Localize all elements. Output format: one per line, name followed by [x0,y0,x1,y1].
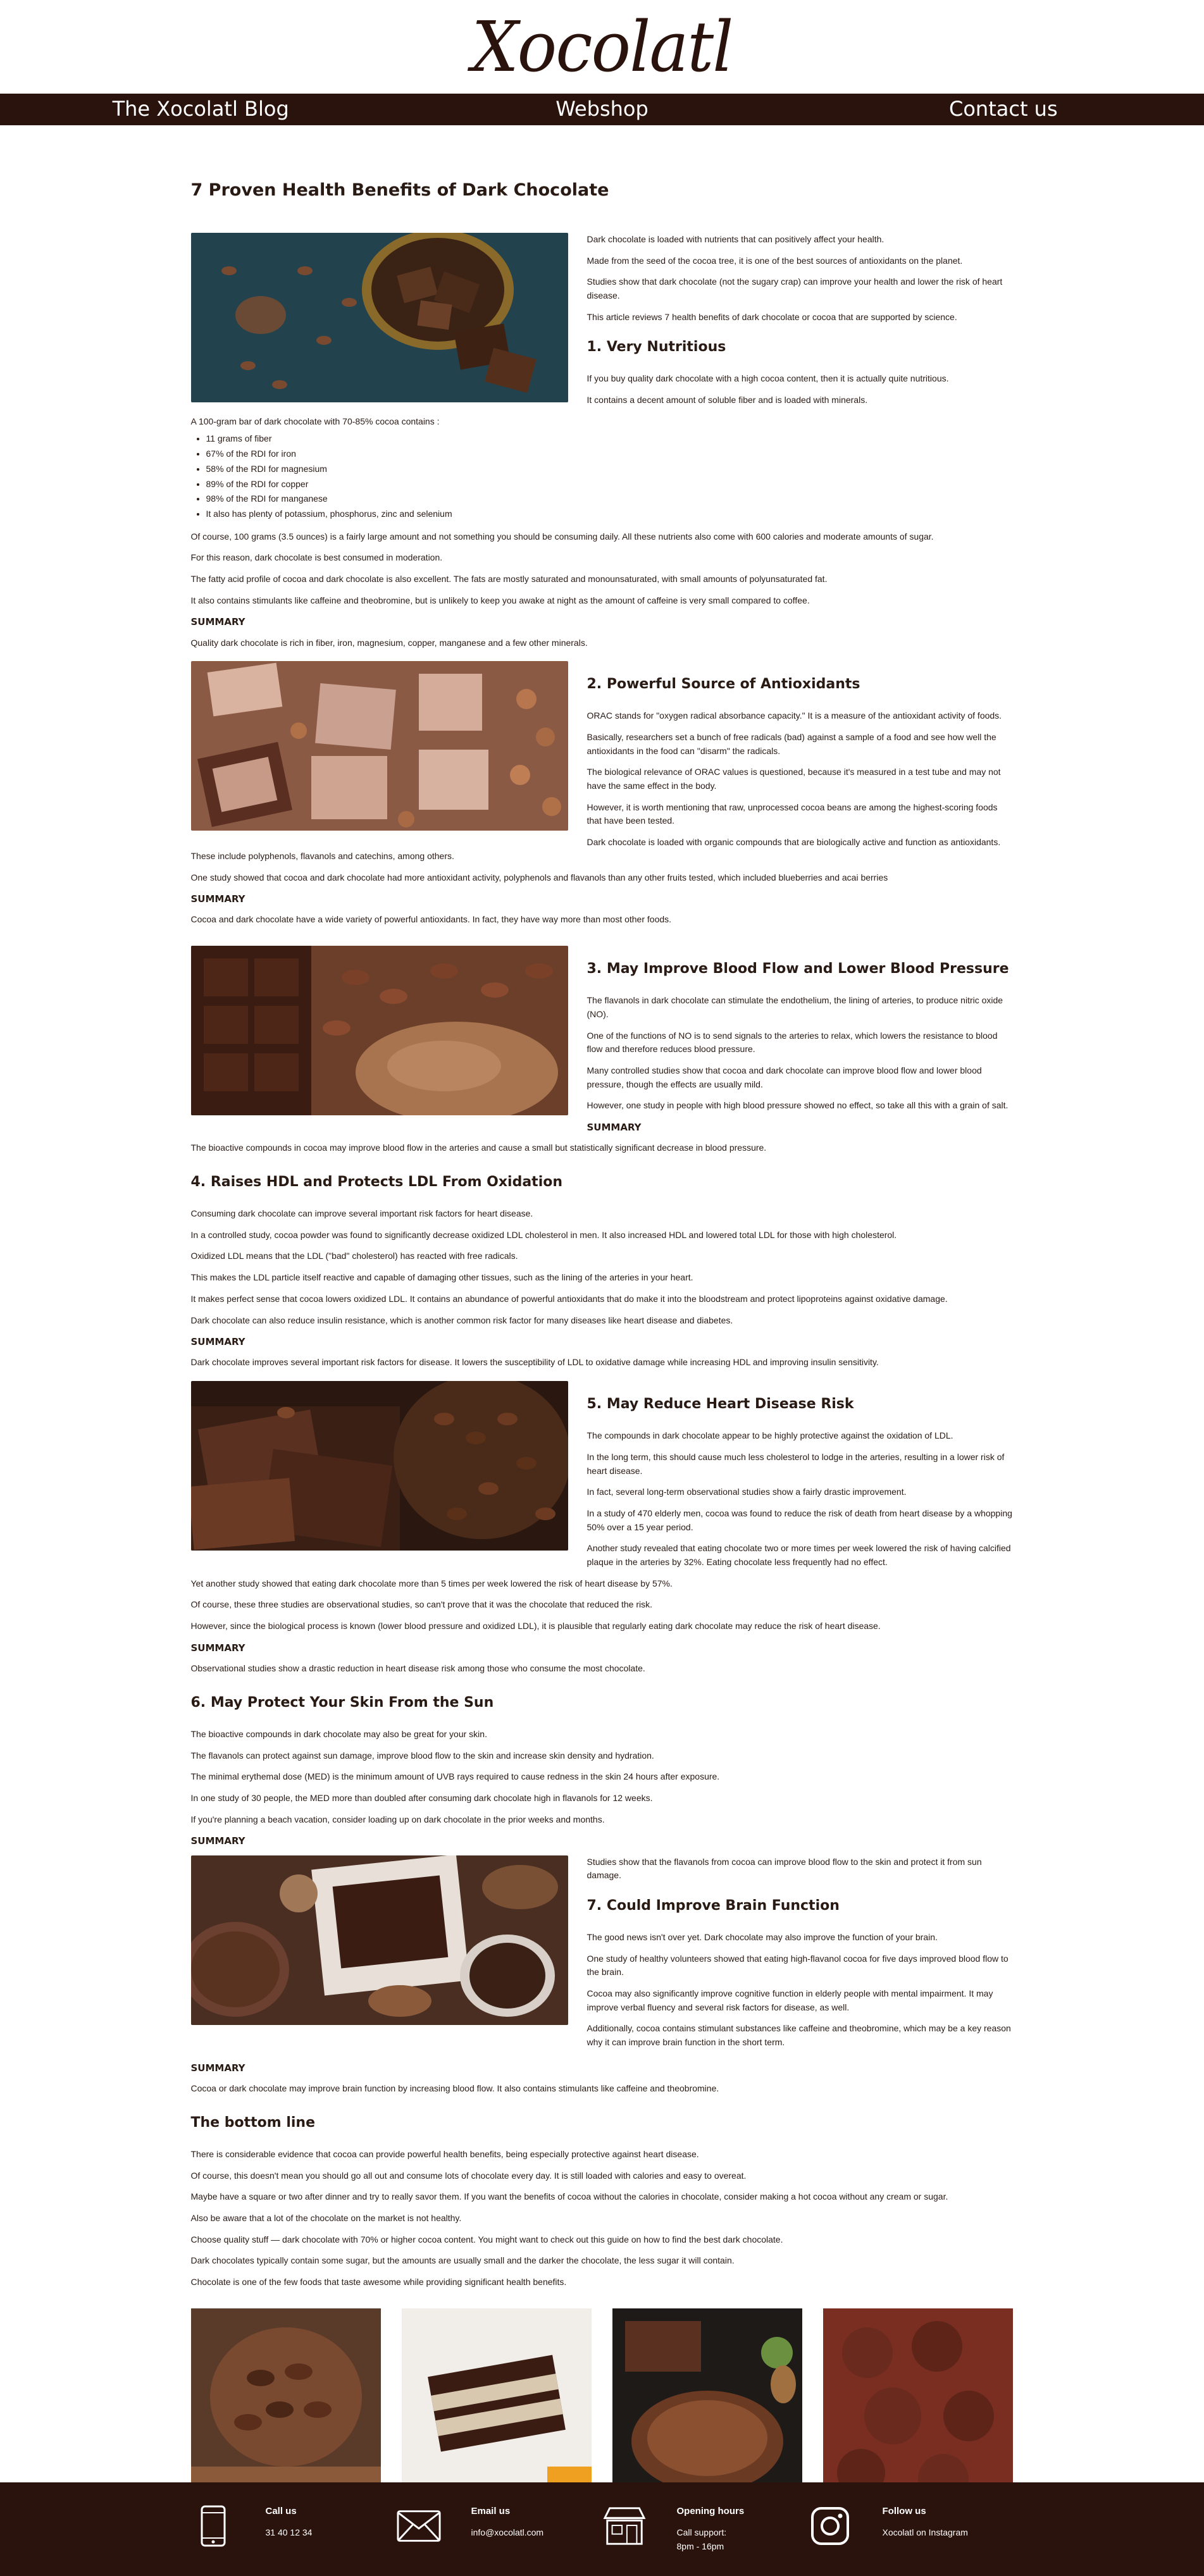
site-header: Xocolatl The Xocolatl Blog Webshop Conta… [0,0,1204,125]
footer-hours-label: Call support: [676,2527,727,2538]
main-nav: The Xocolatl Blog Webshop Contact us [0,94,1204,125]
section-paragraph: Also be aware that a lot of the chocolat… [190,2212,462,2223]
chocolate-pieces-image [190,232,568,402]
section-paragraph: Choose quality stuff — dark chocolate wi… [190,2234,783,2245]
footer-hours: Opening hours Call support: 8pm - 16pm [602,2504,808,2554]
section-paragraph: Yet another study showed that eating dar… [190,1578,673,1588]
gallery-cocoa-beans-image[interactable] [190,2308,381,2498]
logo-area: Xocolatl [0,0,1204,94]
section-paragraph: However, since the biological process is… [190,1621,881,1632]
summary-text: Quality dark chocolate is rich in fiber,… [190,637,588,648]
section-heading: 4. Raises HDL and Protects LDL From Oxid… [190,1174,563,1190]
section-paragraph: In one study of 30 people, the MED more … [190,1792,653,1803]
summary-text: Cocoa or dark chocolate may improve brai… [190,2083,719,2094]
nav-blog-link[interactable]: The Xocolatl Blog [0,94,401,125]
section-paragraph: One study showed that cocoa and dark cho… [190,872,888,882]
footer-follow[interactable]: Follow us Xocolatl on Instagram [808,2504,1014,2554]
section-paragraph: Dark chocolate is loaded with organic co… [190,837,1001,861]
gallery-layered-bar-image[interactable] [401,2308,592,2498]
section-paragraph: Of course, this doesn't mean you should … [190,2170,747,2181]
footer-email-title: Email us [471,2506,511,2517]
article: 7 Proven Health Benefits of Dark Chocola… [190,125,1014,2498]
section-heading: The bottom line [190,2114,316,2131]
footer-follow-title: Follow us [882,2506,926,2517]
gallery-melted-chocolate-image[interactable] [612,2308,803,2498]
envelope-icon [396,2504,441,2548]
section-heading: 6. May Protect Your Skin From the Sun [190,1694,494,1711]
site-footer: Call us 31 40 12 34 Email us info@xocola… [0,2482,1204,2576]
summary-text: Observational studies show a drastic red… [190,1663,645,1674]
list-item: 89% of the RDI for copper [206,478,1014,492]
section-paragraph: Of course, 100 grams (3.5 ounces) is a f… [190,531,934,542]
section-paragraph: The minimal erythemal dose (MED) is the … [190,1771,720,1782]
footer-call-title: Call us [265,2506,297,2517]
phone-icon [191,2504,235,2548]
summary-text: Cocoa and dark chocolate have a wide var… [190,914,672,925]
footer-phone-number[interactable]: 31 40 12 34 [266,2526,313,2540]
storefront-icon [602,2504,647,2548]
section-paragraph: Of course, these three studies are obser… [190,1599,653,1610]
gallery-truffles-image[interactable] [823,2308,1014,2498]
article-title: 7 Proven Health Benefits of Dark Chocola… [190,180,609,200]
section-7: Studies show that the flavanols from coc… [190,1855,1014,2057]
list-item: 98% of the RDI for manganese [206,492,1014,506]
milk-chocolate-image [190,661,568,831]
intro-block: Dark chocolate is loaded with nutrients … [190,232,1014,415]
section-paragraph: In a controlled study, cocoa powder was … [190,1229,897,1240]
image-gallery [190,2308,1014,2498]
section-paragraph: It makes perfect sense that cocoa lowers… [190,1293,948,1304]
summary-label: SUMMARY [586,1122,642,1134]
footer-call[interactable]: Call us 31 40 12 34 [191,2504,397,2554]
summary-text: Dark chocolate improves several importan… [190,1357,879,1368]
summary-label: SUMMARY [190,1642,245,1654]
site-logo[interactable]: Xocolatl [472,12,734,81]
section-paragraph: Consuming dark chocolate can improve sev… [190,1208,533,1219]
section-paragraph: It also contains stimulants like caffein… [190,595,810,605]
section-5: 5. May Reduce Heart Disease Risk The com… [190,1381,1014,1598]
section-paragraph: Maybe have a square or two after dinner … [190,2191,948,2202]
list-item: It also has plenty of potassium, phospho… [206,507,1014,521]
section-paragraph: Additionally, cocoa contains stimulant s… [586,2023,1011,2048]
footer-hours-title: Opening hours [676,2506,745,2517]
section-paragraph: For this reason, dark chocolate is best … [190,552,443,563]
section-3: 3. May Improve Blood Flow and Lower Bloo… [190,946,1014,1141]
section-paragraph: The bioactive compounds in dark chocolat… [190,1728,487,1739]
section-paragraph: Dark chocolate can also reduce insulin r… [190,1315,733,1325]
list-item: 58% of the RDI for magnesium [206,462,1014,476]
summary-label: SUMMARY [190,893,245,905]
list-intro: A 100-gram bar of dark chocolate with 70… [190,416,440,426]
section-paragraph: There is considerable evidence that coco… [190,2148,699,2159]
cocoa-powder-image [190,946,568,1116]
summary-label: SUMMARY [190,616,245,628]
section-paragraph: Chocolate is one of the few foods that t… [190,2276,567,2287]
summary-label: SUMMARY [190,1336,245,1348]
nav-contact-link[interactable]: Contact us [803,94,1204,125]
section-paragraph: If you're planning a beach vacation, con… [190,1814,605,1824]
footer-instagram-link[interactable]: Xocolatl on Instagram [883,2526,968,2540]
instagram-icon [808,2504,852,2548]
footer-email[interactable]: Email us info@xocolatl.com [396,2504,602,2554]
chocolate-coffee-image [190,1381,568,1551]
section-paragraph: The flavanols can protect against sun da… [190,1750,654,1761]
section-paragraph: The fatty acid profile of cocoa and dark… [190,573,828,584]
section-paragraph: Dark chocolates typically contain some s… [190,2255,735,2266]
list-item: 67% of the RDI for iron [206,447,1014,461]
footer-email-address[interactable]: info@xocolatl.com [471,2526,544,2540]
summary-label: SUMMARY [190,2062,245,2074]
section-paragraph: Oxidized LDL means that the LDL ("bad" c… [190,1251,518,1261]
summary-text: The bioactive compounds in cocoa may imp… [190,1142,767,1153]
summary-label: SUMMARY [190,1835,245,1847]
section-paragraph: This makes the LDL particle itself react… [190,1272,693,1283]
footer-hours-time: 8pm - 16pm [676,2541,724,2551]
list-item: 11 grams of fiber [206,432,1014,446]
nutrient-list: 11 grams of fiber 67% of the RDI for iro… [206,432,1014,521]
nav-webshop-link[interactable]: Webshop [401,94,802,125]
section-2: 2. Powerful Source of Antioxidants ORAC … [190,661,1014,934]
chocolate-table-image [190,1855,568,2025]
